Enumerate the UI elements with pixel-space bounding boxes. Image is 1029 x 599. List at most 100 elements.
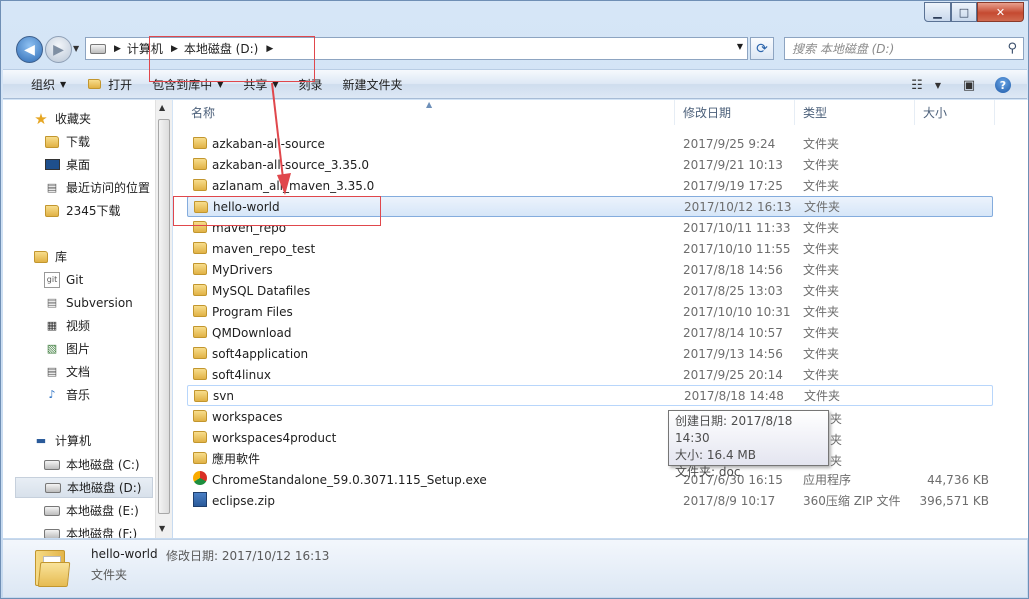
file-row[interactable]: workspaces — [187, 406, 993, 427]
file-date: 2017/8/18 14:48 — [684, 388, 784, 403]
file-type: 文件夹 — [803, 221, 840, 235]
file-row[interactable]: maven_repo_test 2017/10/10 11:55 文件夹 — [187, 238, 993, 259]
refresh-icon: ⟳ — [756, 40, 768, 57]
file-name: ChromeStandalone_59.0.3071.115_Setup.exe — [212, 472, 487, 487]
sidebar-item-drive-d[interactable]: 本地磁盘 (D:) — [15, 477, 153, 498]
folder-icon — [193, 282, 207, 297]
recent-pages-dropdown[interactable]: ▼ — [73, 44, 79, 53]
refresh-button[interactable]: ⟳ — [750, 37, 774, 60]
folder-icon — [194, 388, 208, 403]
partial-type-text: 夹 — [830, 412, 843, 426]
folder-icon — [193, 240, 207, 255]
sidebar-libraries[interactable]: 库 — [33, 246, 67, 267]
explorer-window: ▁ □ ✕ ◀ ▶ ▼ ▶ 计算机 ▶ 本地磁盘 (D:) ▶ ▼ ⟳ 搜索 本… — [0, 0, 1029, 599]
file-row[interactable]: eclipse.zip 2017/8/9 10:17 360压缩 ZIP 文件 396… — [187, 490, 993, 511]
file-row[interactable]: azkaban-all-source 2017/9/25 9:24 文件夹 — [187, 133, 993, 154]
open-button[interactable]: 打开 — [76, 73, 142, 95]
folder-icon — [193, 324, 207, 339]
sidebar-item-2345-downloads[interactable]: 2345下载 — [44, 200, 121, 221]
file-date: 2017/9/13 14:56 — [683, 346, 783, 361]
sidebar-item-label: 音乐 — [66, 388, 91, 402]
file-row[interactable]: soft4application 2017/9/13 14:56 文件夹 — [187, 343, 993, 364]
view-options-icon[interactable]: ☷ — [903, 74, 931, 96]
column-header-name[interactable]: 名称 — [173, 100, 675, 125]
column-size-label: 大小 — [923, 106, 948, 120]
address-history-dropdown[interactable]: ▼ — [737, 42, 743, 51]
maximize-button[interactable]: □ — [951, 2, 977, 22]
scrollbar-thumb[interactable] — [158, 119, 170, 514]
file-row[interactable]: MySQL Datafiles 2017/8/25 13:03 文件夹 — [187, 280, 993, 301]
sidebar-item-git[interactable]: git Git — [44, 269, 83, 290]
navigation-scrollbar[interactable]: ▲ ▼ — [155, 100, 172, 538]
column-name-label: 名称 — [191, 106, 216, 120]
search-icon[interactable]: ⚲ — [1007, 41, 1017, 56]
annotation-folder-highlight — [173, 196, 381, 226]
new-folder-button[interactable]: 新建文件夹 — [333, 73, 413, 95]
help-button[interactable]: ? — [989, 74, 1017, 96]
breadcrumb-separator-icon[interactable]: ▶ — [114, 44, 121, 54]
minimize-button[interactable]: ▁ — [924, 2, 951, 22]
file-row[interactable]: ChromeStandalone_59.0.3071.115_Setup.exe… — [187, 469, 993, 490]
details-modified: 修改日期: 2017/10/12 16:13 — [166, 549, 330, 563]
scroll-down-icon[interactable]: ▼ — [159, 524, 165, 533]
sidebar-item-label: 本地磁盘 (E:) — [66, 504, 139, 518]
sidebar-item-subversion[interactable]: ▤ Subversion — [44, 292, 133, 313]
file-row[interactable]: workspaces4product — [187, 427, 993, 448]
folder-icon — [193, 429, 207, 444]
file-row[interactable]: azkaban-all-source_3.35.0 2017/9/21 10:13… — [187, 154, 993, 175]
forward-button[interactable]: ▶ — [45, 36, 72, 63]
open-label: 打开 — [108, 77, 133, 92]
back-button[interactable]: ◀ — [16, 36, 43, 63]
file-name: soft4linux — [212, 367, 271, 382]
subversion-icon: ▤ — [46, 296, 58, 309]
file-row[interactable]: Program Files 2017/10/10 10:31 文件夹 — [187, 301, 993, 322]
file-row[interactable]: 應用軟件 — [187, 448, 993, 469]
sidebar-favorites[interactable]: ★ 收藏夹 — [33, 108, 91, 129]
organize-menu[interactable]: 组织 ▼ — [21, 73, 76, 95]
sidebar-item-desktop[interactable]: 桌面 — [44, 154, 90, 175]
sidebar-computer[interactable]: ▬ 计算机 — [33, 430, 91, 451]
sidebar-item-drive-c[interactable]: 本地磁盘 (C:) — [44, 454, 140, 475]
sidebar-item-videos[interactable]: ▦ 视频 — [44, 315, 90, 336]
document-icon: ▤ — [46, 365, 58, 378]
file-size: 44,736 KB — [927, 472, 989, 487]
video-icon: ▦ — [46, 319, 58, 332]
sidebar-item-music[interactable]: ♪ 音乐 — [44, 384, 90, 405]
preview-pane-icon[interactable]: ▣ — [955, 74, 983, 96]
sidebar-item-drive-f[interactable]: 本地磁盘 (F:) — [44, 523, 137, 538]
file-name: QMDownload — [212, 325, 292, 340]
sidebar-item-recent[interactable]: ▤ 最近访问的位置 — [44, 177, 150, 198]
file-date: 2017/8/14 10:57 — [683, 325, 783, 340]
file-date: 2017/9/25 9:24 — [683, 136, 776, 151]
view-dropdown-icon[interactable]: ▼ — [931, 74, 945, 96]
search-input[interactable]: 搜索 本地磁盘 (D:) ⚲ — [784, 37, 1024, 60]
sidebar-item-drive-e[interactable]: 本地磁盘 (E:) — [44, 500, 139, 521]
search-placeholder: 搜索 本地磁盘 (D:) — [792, 42, 895, 56]
recent-places-icon: ▤ — [46, 181, 58, 194]
column-header-date[interactable]: 修改日期 — [675, 100, 795, 125]
column-type-label: 类型 — [803, 106, 828, 120]
sidebar-item-downloads[interactable]: 下载 — [44, 131, 90, 152]
file-row[interactable]: soft4linux 2017/9/25 20:14 文件夹 — [187, 364, 993, 385]
file-type: 文件夹 — [804, 200, 841, 214]
sidebar-favorites-label: 收藏夹 — [55, 112, 92, 126]
sidebar-item-documents[interactable]: ▤ 文档 — [44, 361, 90, 382]
sidebar-item-label: 文档 — [66, 365, 91, 379]
tooltip-created: 创建日期: 2017/8/18 14:30 — [675, 414, 793, 445]
sidebar-item-pictures[interactable]: ▧ 图片 — [44, 338, 90, 359]
scroll-up-icon[interactable]: ▲ — [159, 103, 165, 112]
file-date: 2017/8/9 10:17 — [683, 493, 776, 508]
column-header-type[interactable]: 类型 — [795, 100, 915, 125]
file-row[interactable]: MyDrivers 2017/8/18 14:56 文件夹 — [187, 259, 993, 280]
column-header-size[interactable]: 大小 — [915, 100, 995, 125]
file-row[interactable]: QMDownload 2017/8/14 10:57 文件夹 — [187, 322, 993, 343]
file-row[interactable]: azlanam_all_maven_3.35.0 2017/9/19 17:25 文… — [187, 175, 993, 196]
sidebar-item-label: Subversion — [66, 295, 133, 310]
close-button[interactable]: ✕ — [977, 2, 1024, 22]
file-row[interactable]: svn 2017/8/18 14:48 文件夹 — [187, 385, 993, 406]
organize-label: 组织 — [31, 77, 56, 92]
file-name: 應用軟件 — [212, 452, 261, 466]
title-bar: ▁ □ ✕ — [1, 1, 1029, 31]
computer-icon: ▬ — [35, 434, 47, 447]
help-icon: ? — [995, 77, 1011, 93]
